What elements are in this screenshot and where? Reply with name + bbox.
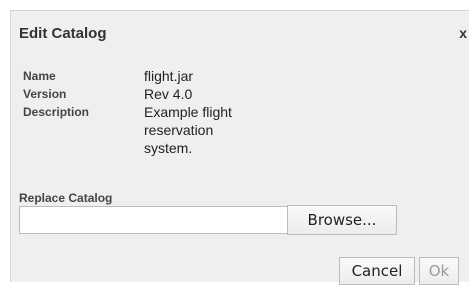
replace-catalog-label: Replace Catalog bbox=[19, 191, 113, 205]
browse-button[interactable]: Browse... bbox=[287, 205, 397, 235]
version-label: Version bbox=[23, 87, 67, 101]
description-label: Description bbox=[23, 105, 90, 119]
cancel-button[interactable]: Cancel bbox=[339, 257, 415, 285]
dialog-title: Edit Catalog bbox=[19, 25, 107, 42]
ok-button: Ok bbox=[419, 257, 459, 285]
name-label: Name bbox=[23, 69, 56, 83]
edit-catalog-dialog: Edit Catalog x Name flight.jar Version R… bbox=[10, 10, 469, 285]
name-value: flight.jar bbox=[144, 68, 194, 84]
description-value: Example flight reservation system. bbox=[144, 104, 232, 156]
version-value: Rev 4.0 bbox=[144, 86, 193, 102]
close-icon[interactable]: x bbox=[459, 25, 467, 41]
replace-catalog-file-input[interactable] bbox=[19, 206, 290, 234]
dialog-titlebar: Edit Catalog x bbox=[11, 11, 469, 55]
